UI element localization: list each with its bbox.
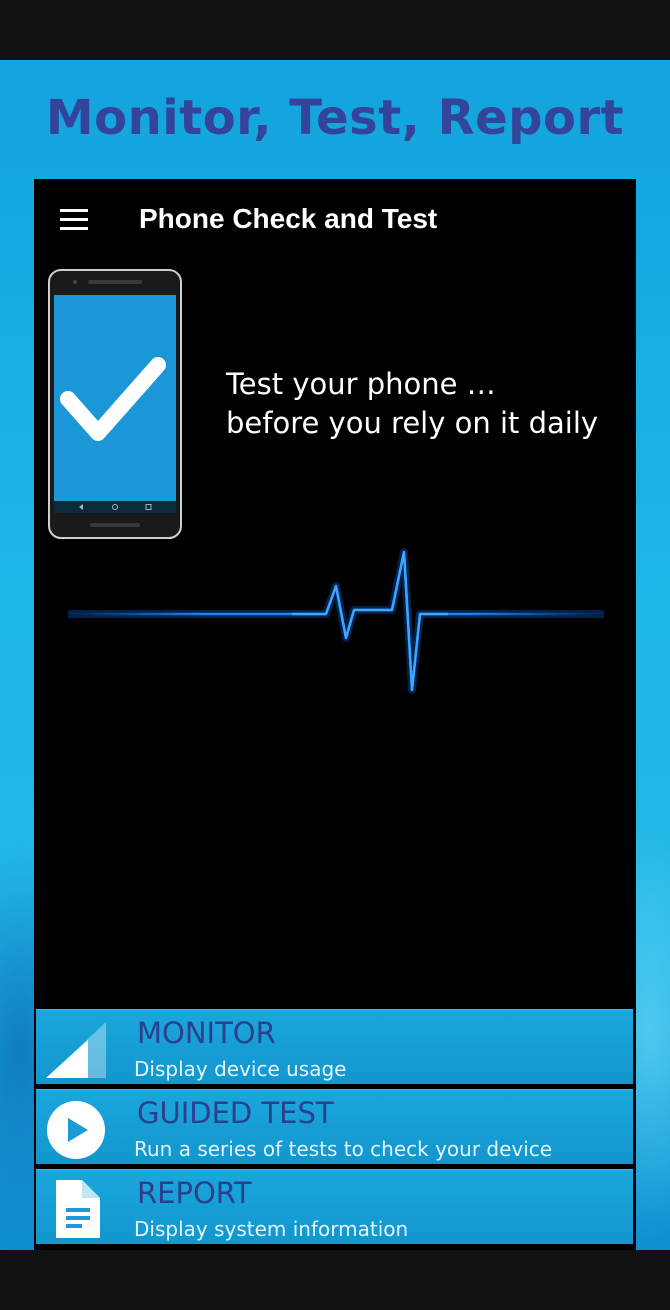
play-circle-icon: [47, 1101, 105, 1159]
hero-tagline: Test your phone … before you rely on it …: [226, 365, 598, 443]
menu-item-subtitle: Display device usage: [134, 1057, 347, 1081]
app-bar: Phone Check and Test: [34, 179, 636, 263]
menu-item-subtitle: Display system information: [134, 1217, 409, 1241]
phone-checkmark-icon: [48, 269, 182, 539]
menu-item-subtitle: Run a series of tests to check your devi…: [134, 1137, 553, 1161]
hamburger-menu-icon[interactable]: [60, 209, 88, 231]
document-icon: [56, 1180, 100, 1238]
promo-headline: Monitor, Test, Report: [45, 90, 625, 146]
app-title: Phone Check and Test: [139, 203, 438, 234]
status-bar-area: [0, 0, 670, 60]
menu-item-title: MONITOR: [137, 1016, 276, 1050]
heartbeat-line-icon: [68, 548, 604, 694]
navigation-bar-area: [0, 1250, 670, 1310]
menu-item-report[interactable]: REPORT Display system information: [36, 1169, 633, 1244]
menu-item-guided-test[interactable]: GUIDED TEST Run a series of tests to che…: [36, 1089, 633, 1164]
app-screen: Phone Check and Test Test your phone … b…: [34, 179, 636, 1250]
signal-strength-icon: [46, 1022, 106, 1078]
menu-item-title: REPORT: [137, 1176, 252, 1210]
menu-item-monitor[interactable]: MONITOR Display device usage: [36, 1009, 633, 1084]
menu-item-title: GUIDED TEST: [137, 1096, 334, 1130]
tagline-line-1: Test your phone …: [226, 367, 496, 401]
tagline-line-2: before you rely on it daily: [226, 406, 599, 440]
